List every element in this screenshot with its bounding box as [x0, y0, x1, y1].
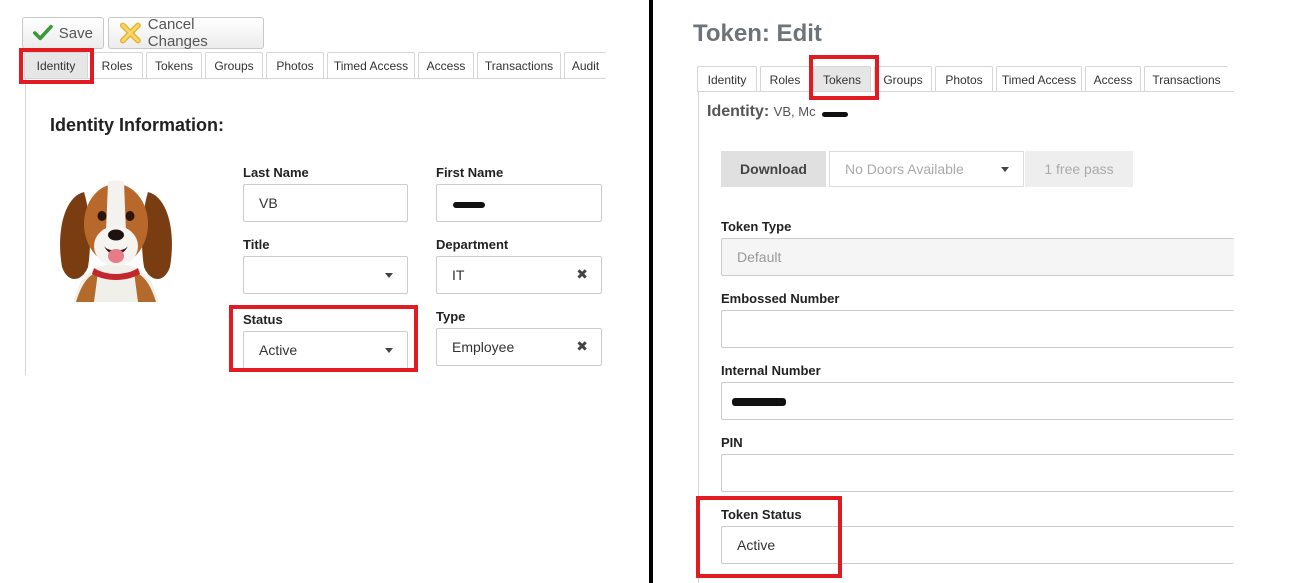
panel-divider	[649, 0, 653, 583]
tab-groups[interactable]: Groups	[205, 52, 263, 78]
pin-label: PIN	[721, 435, 743, 450]
identity-heading: Identity Information:	[50, 115, 224, 135]
department-value: IT	[452, 267, 465, 283]
left-tab-bar: Identity Roles Tokens Groups Photos Time…	[24, 52, 606, 78]
doors-select[interactable]: No Doors Available	[829, 151, 1024, 187]
clear-icon[interactable]: ✖	[576, 338, 588, 355]
tab-identity[interactable]: Identity	[697, 66, 757, 92]
save-button[interactable]: Save	[22, 17, 104, 49]
cancel-label: Cancel Changes	[147, 16, 208, 50]
identity-line: Identity: VB, Mc	[707, 103, 816, 121]
tab-timed-access[interactable]: Timed Access	[327, 52, 415, 78]
highlight-status-field	[229, 305, 418, 372]
tab-underline	[24, 78, 606, 79]
highlight-identity-tab	[19, 48, 94, 84]
title-label: Title	[243, 237, 270, 252]
tab-audit[interactable]: Audit	[564, 52, 606, 78]
cancel-x-icon	[119, 22, 141, 44]
identity-label: Identity:	[707, 103, 770, 120]
tab-transactions[interactable]: Transactions	[1144, 66, 1228, 92]
token-type-label: Token Type	[721, 219, 792, 234]
type-label: Type	[436, 309, 466, 324]
internal-number-label: Internal Number	[721, 363, 821, 378]
redacted-scribble	[732, 398, 786, 406]
checkmark-icon	[33, 24, 53, 41]
tab-tokens[interactable]: Tokens	[146, 52, 202, 78]
title-select[interactable]	[243, 256, 408, 294]
identity-value: VB, Mc	[773, 104, 816, 119]
embossed-number-label: Embossed Number	[721, 291, 840, 306]
department-select[interactable]: IT ✖	[436, 256, 602, 294]
highlight-tokens-tab	[809, 55, 879, 100]
type-select[interactable]: Employee ✖	[436, 328, 602, 366]
identity-photo	[60, 180, 172, 302]
type-value: Employee	[452, 339, 515, 355]
free-pass-button[interactable]: 1 free pass	[1025, 151, 1133, 187]
tab-groups[interactable]: Groups	[874, 66, 932, 92]
last-name-input[interactable]: VB	[243, 184, 408, 222]
tab-underline	[697, 91, 1234, 92]
chevron-down-icon	[1001, 167, 1009, 172]
first-name-label: First Name	[436, 165, 504, 180]
tab-photos[interactable]: Photos	[935, 66, 993, 92]
cancel-changes-button[interactable]: Cancel Changes	[108, 16, 264, 50]
doors-placeholder: No Doors Available	[845, 161, 964, 177]
tab-roles[interactable]: Roles	[91, 52, 143, 78]
last-name-label: Last Name	[243, 165, 309, 180]
tab-photos[interactable]: Photos	[266, 52, 324, 78]
chevron-down-icon	[385, 273, 393, 278]
download-button[interactable]: Download	[721, 151, 826, 187]
tab-access[interactable]: Access	[418, 52, 474, 78]
redacted-scribble	[822, 112, 848, 117]
save-label: Save	[58, 24, 93, 42]
internal-number-input[interactable]	[721, 382, 1234, 420]
content-border	[25, 79, 26, 375]
page-title: Token: Edit	[693, 20, 822, 47]
right-tab-bar: Identity Roles Tokens Groups Photos Time…	[697, 66, 1228, 92]
token-type-select[interactable]: Default	[721, 238, 1234, 276]
clear-icon[interactable]: ✖	[576, 266, 588, 283]
tab-transactions[interactable]: Transactions	[477, 52, 561, 78]
tab-access[interactable]: Access	[1085, 66, 1141, 92]
tab-roles[interactable]: Roles	[760, 66, 810, 92]
embossed-number-input[interactable]	[721, 310, 1234, 348]
tab-timed-access[interactable]: Timed Access	[996, 66, 1082, 92]
highlight-token-status-field	[696, 496, 842, 578]
first-name-input[interactable]	[436, 184, 602, 222]
department-label: Department	[436, 237, 509, 252]
pin-input[interactable]	[721, 454, 1234, 492]
redacted-scribble	[453, 202, 485, 208]
